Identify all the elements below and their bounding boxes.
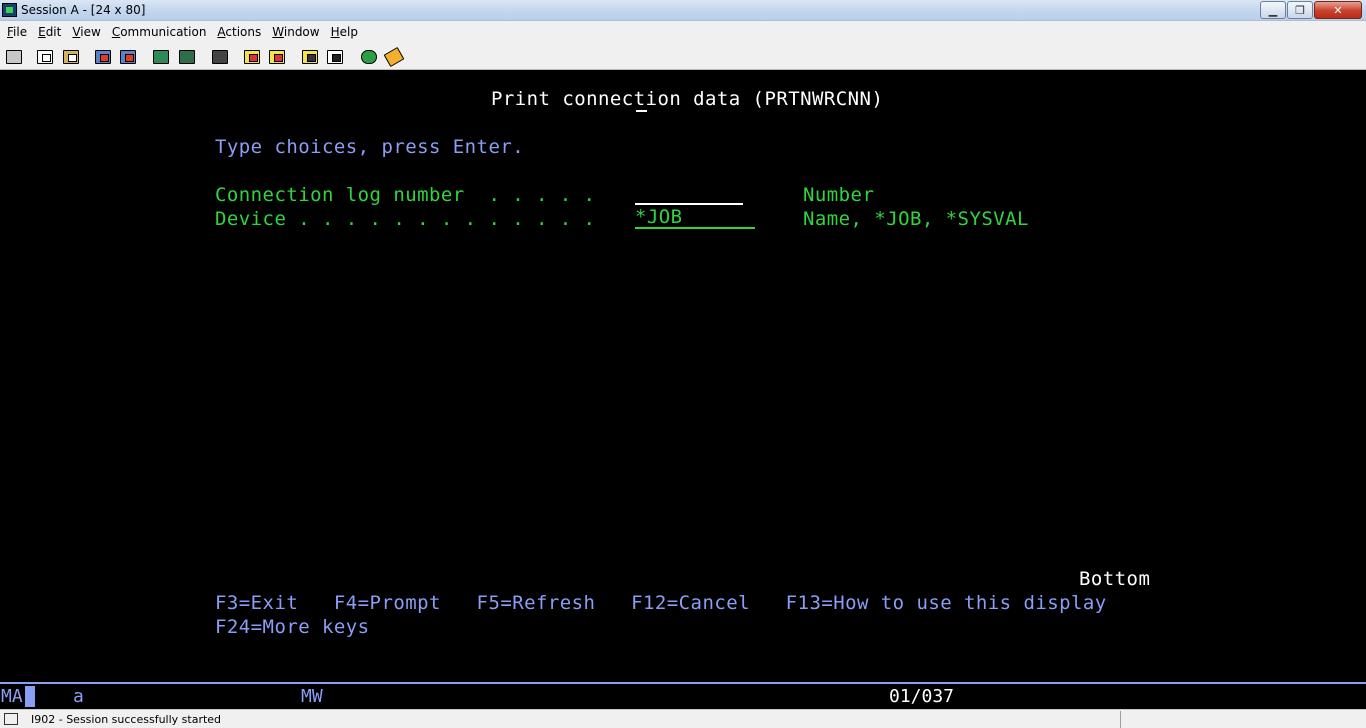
- menu-help-label: elp: [339, 25, 358, 39]
- menu-actions[interactable]: Actions: [212, 25, 266, 39]
- menu-help-accel: H: [330, 25, 340, 39]
- play-macro-icon[interactable]: [266, 47, 286, 66]
- connection-log-number-input[interactable]: [635, 181, 743, 205]
- field-hint-connection-log-number: Number: [803, 184, 875, 206]
- connection-status-icon: [4, 713, 18, 725]
- display-icon[interactable]: [150, 47, 170, 66]
- menu-help[interactable]: Help: [326, 25, 363, 39]
- menu-bar: File Edit View Communication Actions Win…: [0, 21, 1366, 43]
- menu-communication[interactable]: Communication: [107, 25, 212, 39]
- toolbar: [0, 43, 1366, 70]
- text-cursor: [636, 110, 647, 112]
- window-title: Session A - [24 x 80]: [21, 3, 146, 17]
- minimize-button[interactable]: ▁: [1260, 1, 1286, 19]
- stop-macro-icon[interactable]: [299, 47, 319, 66]
- oia-mode-highlight: [25, 686, 35, 707]
- print-screen-icon[interactable]: [3, 47, 23, 66]
- position-indicator: Bottom: [1079, 568, 1151, 590]
- keyboard-map-icon[interactable]: [176, 47, 196, 66]
- menu-window-accel: W: [272, 25, 284, 39]
- session-app-icon[interactable]: [2, 3, 17, 17]
- record-macro-icon[interactable]: [241, 47, 261, 66]
- copy-icon[interactable]: [34, 47, 54, 66]
- field-hint-device: Name, *JOB, *SYSVAL: [803, 208, 1029, 230]
- paste-icon[interactable]: [60, 47, 80, 66]
- menu-edit-label: dit: [45, 25, 62, 39]
- field-label-device: Device . . . . . . . . . . . . .: [215, 208, 596, 230]
- status-divider: [1120, 711, 1121, 728]
- menu-file[interactable]: File: [2, 25, 32, 39]
- device-input[interactable]: *JOB: [635, 205, 755, 229]
- menu-window[interactable]: Window: [267, 25, 324, 39]
- menu-communication-label: ommunication: [120, 25, 207, 39]
- function-keys-line-1[interactable]: F3=Exit F4=Prompt F5=Refresh F12=Cancel …: [215, 591, 1107, 615]
- function-keys-line-2[interactable]: F24=More keys: [215, 615, 370, 639]
- screen-title: Print connection data (PRTNWRCNN): [491, 88, 884, 110]
- maximize-button[interactable]: ❐: [1287, 1, 1313, 19]
- menu-window-label: indow: [283, 25, 320, 39]
- oia-mw: MW: [301, 686, 323, 707]
- oia-indicator-a: a: [73, 686, 84, 707]
- window-title-bar: Session A - [24 x 80] ▁ ❐ ✕: [0, 0, 1366, 21]
- oia-mode: MA: [1, 686, 23, 707]
- menu-edit[interactable]: Edit: [33, 25, 66, 39]
- operator-info-area: MA a MW 01/037: [0, 682, 1366, 709]
- menu-communication-accel: C: [111, 25, 121, 39]
- close-button[interactable]: ✕: [1314, 1, 1362, 19]
- settings-icon[interactable]: [324, 47, 344, 66]
- status-message: I902 - Session successfully started: [31, 713, 222, 726]
- menu-view-label: iew: [80, 25, 101, 39]
- menu-actions-label: ctions: [225, 25, 262, 39]
- help-tag-icon[interactable]: [383, 46, 405, 68]
- menu-edit-accel: E: [38, 25, 46, 39]
- receive-file-icon[interactable]: [117, 47, 137, 66]
- globe-icon[interactable]: [358, 47, 378, 66]
- instructions: Type choices, press Enter.: [215, 136, 525, 158]
- field-label-connection-log-number: Connection log number . . . . .: [215, 184, 596, 206]
- macro-icon[interactable]: [209, 47, 229, 66]
- terminal-screen[interactable]: Print connection data (PRTNWRCNN) Type c…: [0, 70, 1366, 682]
- menu-file-label: ile: [13, 25, 28, 39]
- status-bar: I902 - Session successfully started: [0, 709, 1366, 728]
- menu-view[interactable]: View: [67, 25, 105, 39]
- send-file-icon[interactable]: [92, 47, 112, 66]
- oia-cursor-position: 01/037: [889, 686, 955, 707]
